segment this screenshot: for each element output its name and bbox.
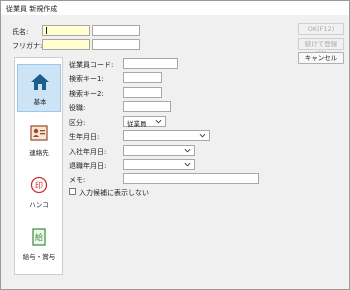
category-select[interactable]: 従業員 — [123, 116, 166, 128]
search-key1-label: 検索キー1: — [69, 75, 104, 83]
sidebar-item-stamp[interactable]: 印 ハンコ — [17, 168, 61, 216]
sidebar-item-label: 連絡先 — [29, 149, 49, 157]
continue-register-button[interactable]: 続けて登録(F7) — [298, 38, 344, 58]
position-label: 役職: — [69, 104, 86, 112]
name-label: 氏名: — [12, 28, 29, 36]
search-key2-label: 検索キー2: — [69, 90, 104, 98]
cancel-button[interactable]: キャンセル — [298, 52, 344, 64]
sidebar-item-label: 給与・賞与 — [22, 253, 56, 261]
last-name-furigana-input[interactable] — [42, 39, 90, 50]
memo-label: メモ: — [69, 176, 86, 184]
salary-document-icon: 給 — [32, 228, 46, 246]
seal-stamp-icon: 印 — [30, 176, 48, 194]
retire-date-picker[interactable] — [123, 159, 195, 170]
first-name-furigana-input[interactable] — [92, 39, 140, 50]
hire-date-label: 入社年月日: — [69, 148, 107, 156]
category-label: 区分: — [69, 119, 86, 127]
hire-date-picker[interactable] — [123, 145, 195, 156]
search-key1-input[interactable] — [123, 72, 162, 83]
svg-text:印: 印 — [35, 181, 43, 190]
category-value: 従業員 — [127, 120, 147, 128]
birthdate-picker[interactable] — [123, 130, 210, 141]
first-name-input[interactable] — [92, 25, 140, 36]
show-in-candidates-label: 入力候補に表示しない — [79, 189, 149, 197]
sidebar-item-label: 基本 — [33, 98, 47, 106]
sidebar-item-basic[interactable]: 基本 — [17, 64, 61, 112]
chevron-down-icon — [184, 162, 191, 167]
employee-code-label: 従業員コード: — [69, 61, 114, 69]
chevron-down-icon — [155, 119, 162, 124]
chevron-down-icon — [199, 133, 206, 138]
svg-text:給: 給 — [35, 232, 43, 242]
contact-card-icon — [30, 125, 48, 141]
category-sidebar: 基本 連絡先 印 ハンコ 給 給与・賞与 — [14, 57, 63, 275]
employee-create-dialog: 従業員 新規作成 氏名: フリガナ: OK(F12) 続けて登録(F7) キャン… — [0, 0, 350, 290]
furigana-label: フリガナ: — [12, 42, 43, 50]
text-caret — [46, 27, 47, 34]
window-title: 従業員 新規作成 — [6, 5, 58, 13]
sidebar-item-contact[interactable]: 連絡先 — [17, 116, 61, 164]
title-bar: 従業員 新規作成 — [1, 1, 349, 15]
position-input[interactable] — [123, 101, 171, 112]
memo-input[interactable] — [123, 173, 259, 184]
sidebar-item-label: ハンコ — [29, 201, 49, 209]
employee-code-input[interactable] — [123, 58, 178, 69]
show-in-candidates-checkbox[interactable] — [69, 188, 76, 195]
search-key2-input[interactable] — [123, 87, 162, 98]
chevron-down-icon — [184, 148, 191, 153]
sidebar-item-salary[interactable]: 給 給与・賞与 — [17, 220, 61, 268]
home-icon — [31, 74, 49, 90]
birthdate-label: 生年月日: — [69, 133, 100, 141]
retire-date-label: 退職年月日: — [69, 162, 107, 170]
ok-button[interactable]: OK(F12) — [298, 23, 344, 35]
last-name-input[interactable] — [42, 25, 90, 36]
